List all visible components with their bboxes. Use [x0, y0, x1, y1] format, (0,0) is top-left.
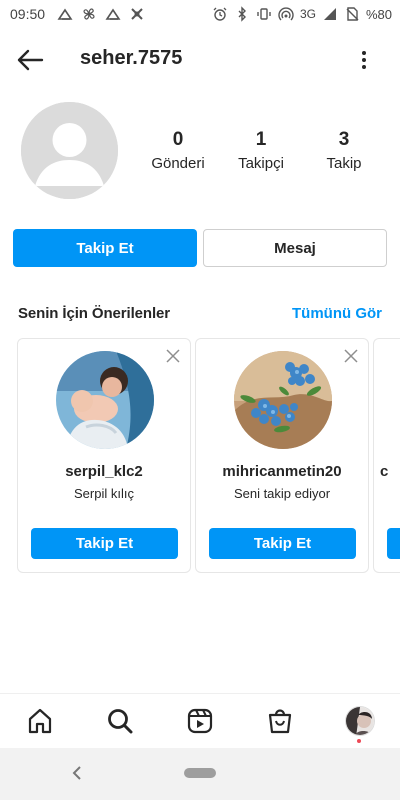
- posts-stat[interactable]: 0 Gönderi: [138, 128, 218, 174]
- nav-home[interactable]: [25, 707, 55, 735]
- back-button[interactable]: [16, 48, 46, 72]
- suggestion-follow-button[interactable]: [387, 528, 400, 559]
- more-vertical-icon: [362, 51, 366, 69]
- suggestion-subtitle: Serpil kılıç: [74, 486, 134, 501]
- battery-level: %80: [365, 6, 392, 22]
- network-type: 3G: [299, 7, 316, 21]
- chevron-left-icon: [72, 766, 81, 780]
- status-time: 09:50: [10, 6, 46, 22]
- system-back-button[interactable]: [70, 764, 84, 782]
- flowers-photo-icon: [234, 351, 332, 449]
- bottom-navigation: [0, 693, 400, 748]
- suggestion-card[interactable]: serpil_klc2 Serpil kılıç Takip Et: [17, 338, 191, 573]
- game-app-icon: [129, 6, 145, 22]
- posts-label: Gönderi: [151, 155, 205, 172]
- notification-dot: [357, 739, 361, 743]
- followers-count: 1: [255, 129, 267, 150]
- followers-label: Takipçi: [238, 155, 284, 172]
- signal-icon: [322, 6, 338, 22]
- shop-icon: [268, 709, 292, 734]
- notification-app-icon: [57, 6, 73, 22]
- suggestion-avatar[interactable]: [234, 351, 332, 449]
- see-all-link[interactable]: Tümünü Gör: [292, 305, 382, 322]
- profile-header: seher.7575: [0, 36, 400, 84]
- user-photo-icon: [56, 351, 154, 449]
- suggestion-subtitle: Seni takip ediyor: [233, 486, 331, 501]
- suggestion-username[interactable]: mihricanmetin20: [196, 463, 368, 480]
- default-avatar-icon: [21, 102, 118, 199]
- nav-reels[interactable]: [185, 707, 215, 735]
- suggestion-follow-button[interactable]: Takip Et: [209, 528, 356, 559]
- suggestion-username[interactable]: c: [380, 463, 400, 480]
- close-icon: [166, 349, 180, 363]
- nav-search[interactable]: [105, 707, 135, 735]
- dismiss-suggestion-button[interactable]: [166, 349, 180, 363]
- profile-stats: 0 Gönderi 1 Takipçi 3 Takip: [130, 128, 400, 178]
- home-icon: [28, 708, 52, 734]
- status-bar: 09:50 3G %80: [0, 0, 400, 28]
- bluetooth-icon: [234, 6, 250, 22]
- following-count: 3: [338, 129, 350, 150]
- follow-button[interactable]: Takip Et: [13, 229, 197, 267]
- followers-stat[interactable]: 1 Takipçi: [221, 128, 301, 174]
- hotspot-icon: [278, 6, 294, 22]
- message-button[interactable]: Mesaj: [203, 229, 387, 267]
- notification-app-icon-2: [105, 6, 121, 22]
- dismiss-suggestion-button[interactable]: [344, 349, 358, 363]
- posts-count: 0: [172, 129, 184, 150]
- search-icon: [108, 709, 133, 734]
- following-stat[interactable]: 3 Takip: [304, 128, 384, 174]
- suggestion-avatar[interactable]: [56, 351, 154, 449]
- fan-icon: [81, 6, 97, 22]
- profile-username: seher.7575: [80, 47, 183, 69]
- more-options-button[interactable]: [356, 48, 372, 72]
- nav-profile-avatar[interactable]: [345, 706, 375, 736]
- system-navigation-bar: [0, 748, 400, 800]
- suggestion-card-partial[interactable]: c: [373, 338, 400, 573]
- system-home-pill[interactable]: [184, 768, 216, 778]
- back-arrow-icon: [17, 49, 44, 71]
- suggestion-username[interactable]: serpil_klc2: [18, 463, 190, 480]
- no-sim-icon: [344, 6, 360, 22]
- alarm-icon: [212, 6, 228, 22]
- nav-shop[interactable]: [265, 707, 295, 735]
- following-label: Takip: [326, 155, 362, 172]
- suggestion-card[interactable]: mihricanmetin20 Seni takip ediyor Takip …: [195, 338, 369, 573]
- profile-avatar[interactable]: [21, 102, 118, 199]
- reels-icon: [187, 708, 213, 734]
- profile-photo-icon: [346, 707, 374, 735]
- suggestions-title: Senin İçin Önerilenler: [18, 305, 171, 322]
- close-icon: [344, 349, 358, 363]
- vibrate-icon: [256, 6, 272, 22]
- suggestion-follow-button[interactable]: Takip Et: [31, 528, 178, 559]
